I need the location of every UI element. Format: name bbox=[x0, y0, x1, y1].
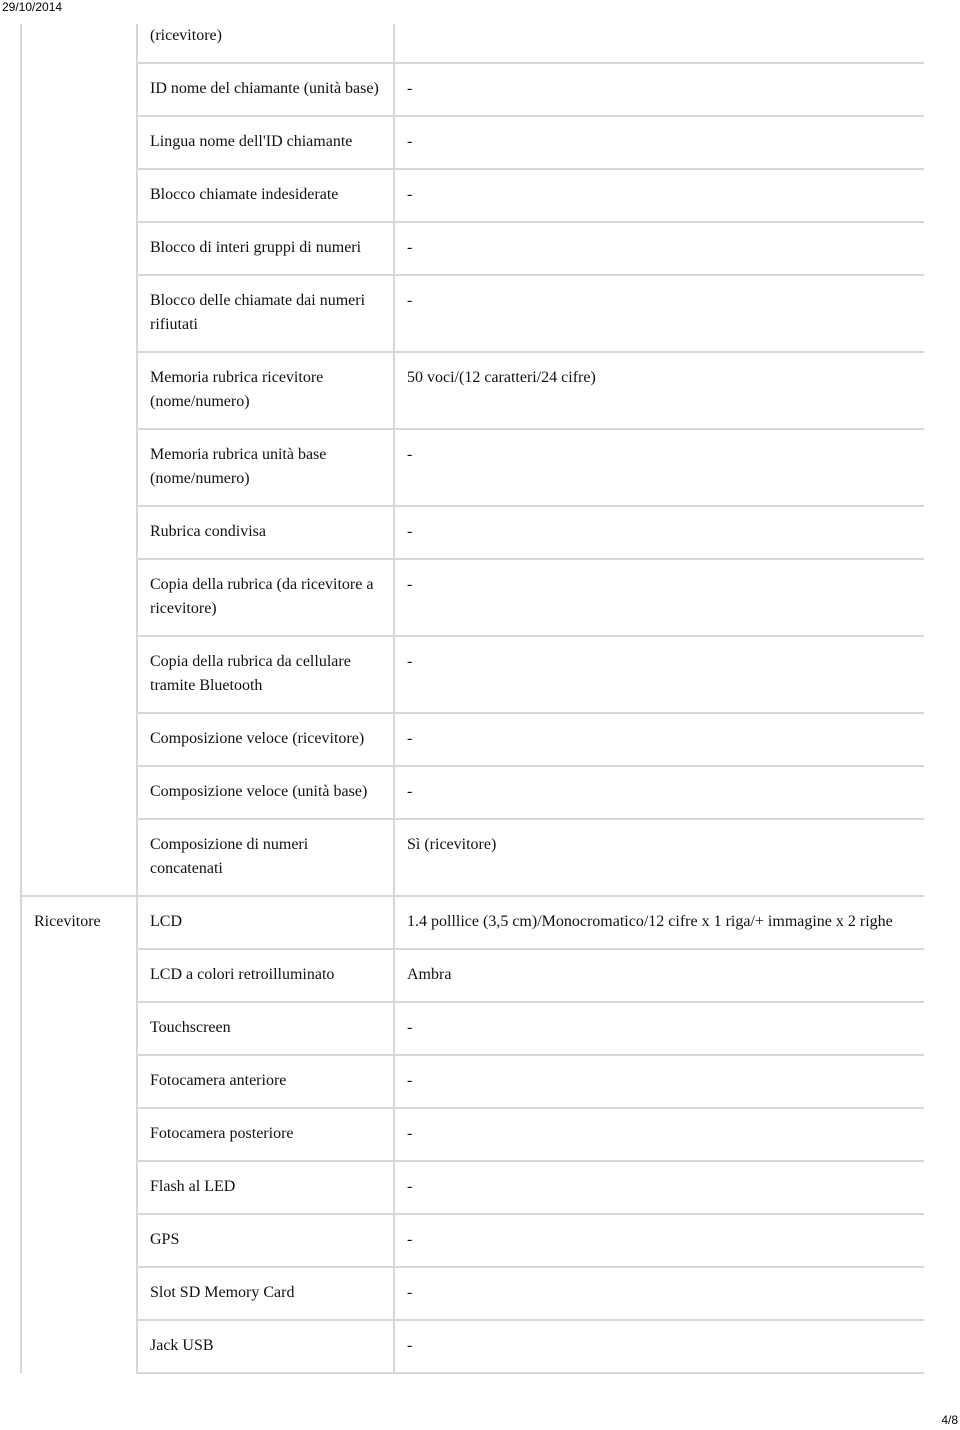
spec-table-body: (ricevitore) ID nome del chiamante (unità… bbox=[20, 24, 924, 1374]
spec-table-grid: (ricevitore) ID nome del chiamante (unità… bbox=[20, 24, 924, 1374]
spec-label-cell: Blocco delle chiamate dai numeri rifiuta… bbox=[136, 274, 395, 353]
spec-label-cell: Composizione veloce (unità base) bbox=[136, 765, 395, 820]
spec-label-cell: LCD a colori retroilluminato bbox=[136, 948, 395, 1003]
spec-row: Composizione veloce (ricevitore) - bbox=[21, 712, 924, 767]
print-date: 29/10/2014 bbox=[2, 0, 63, 14]
spec-value-cell: Sì (ricevitore) bbox=[393, 818, 924, 897]
spec-label-cell: Jack USB bbox=[136, 1319, 395, 1374]
spec-row: Composizione veloce (unità base) - bbox=[21, 765, 924, 820]
spec-label-cell: Touchscreen bbox=[136, 1001, 395, 1056]
spec-row: Lingua nome dell'ID chiamante - bbox=[21, 115, 924, 170]
spec-value-cell: - bbox=[393, 635, 924, 714]
spec-value-cell: - bbox=[393, 505, 924, 560]
spec-row: Copia della rubrica (da ricevitore a ric… bbox=[21, 558, 924, 637]
spec-value-cell: Ambra bbox=[393, 948, 924, 1003]
spec-label-cell: Fotocamera posteriore bbox=[136, 1107, 395, 1162]
spec-row: Fotocamera anteriore - bbox=[21, 1054, 924, 1109]
spec-label-cell: Memoria rubrica unità base (nome/numero) bbox=[136, 428, 395, 507]
spec-value-cell: - bbox=[393, 1213, 924, 1268]
spec-label-cell: GPS bbox=[136, 1213, 395, 1268]
spec-row: Touchscreen - bbox=[21, 1001, 924, 1056]
spec-value-cell: - bbox=[393, 712, 924, 767]
spec-label-cell: ID nome del chiamante (unità base) bbox=[136, 62, 395, 117]
spec-row: Slot SD Memory Card - bbox=[21, 1266, 924, 1321]
spec-row: Copia della rubrica da cellulare tramite… bbox=[21, 635, 924, 714]
spec-label-cell: (ricevitore) bbox=[136, 24, 395, 64]
spec-row: Memoria rubrica unità base (nome/numero)… bbox=[21, 428, 924, 507]
spec-row: Jack USB - bbox=[21, 1319, 924, 1374]
spec-label-cell: Blocco chiamate indesiderate bbox=[136, 168, 395, 223]
spec-row: Blocco di interi gruppi di numeri - bbox=[21, 221, 924, 276]
spec-label-cell: Copia della rubrica da cellulare tramite… bbox=[136, 635, 395, 714]
spec-label-cell: Copia della rubrica (da ricevitore a ric… bbox=[136, 558, 395, 637]
spec-label-cell: Blocco di interi gruppi di numeri bbox=[136, 221, 395, 276]
spec-row: ID nome del chiamante (unità base) - bbox=[21, 62, 924, 117]
spec-label-cell: Fotocamera anteriore bbox=[136, 1054, 395, 1109]
spec-row: Memoria rubrica ricevitore (nome/numero)… bbox=[21, 351, 924, 430]
spec-value-cell: 50 voci/(12 caratteri/24 cifre) bbox=[393, 351, 924, 430]
spec-label-cell: Slot SD Memory Card bbox=[136, 1266, 395, 1321]
spec-value-cell: - bbox=[393, 1054, 924, 1109]
spec-label-cell: Composizione di numeri concatenati bbox=[136, 818, 395, 897]
spec-row: LCD a colori retroilluminato Ambra bbox=[21, 948, 924, 1003]
spec-value-cell: - bbox=[393, 274, 924, 353]
spec-label-cell: Flash al LED bbox=[136, 1160, 395, 1215]
spec-label-cell: Rubrica condivisa bbox=[136, 505, 395, 560]
spec-row: Fotocamera posteriore - bbox=[21, 1107, 924, 1162]
specifications-table: (ricevitore) ID nome del chiamante (unità… bbox=[20, 24, 924, 1406]
spec-group-cell bbox=[20, 24, 138, 896]
spec-value-cell: - bbox=[393, 62, 924, 117]
spec-row: Blocco chiamate indesiderate - bbox=[21, 168, 924, 223]
spec-row: Composizione di numeri concatenati Sì (ri… bbox=[21, 818, 924, 897]
spec-value-cell: - bbox=[393, 115, 924, 170]
spec-value-cell: - bbox=[393, 428, 924, 507]
spec-label-cell: Memoria rubrica ricevitore (nome/numero) bbox=[136, 351, 395, 430]
page-number: 4/8 bbox=[941, 1413, 958, 1427]
spec-value-cell: 1.4 polllice (3,5 cm)/Monocromatico/12 c… bbox=[393, 895, 924, 950]
spec-row: Blocco delle chiamate dai numeri rifiuta… bbox=[21, 274, 924, 353]
spec-value-cell bbox=[393, 24, 924, 64]
spec-value-cell: - bbox=[393, 221, 924, 276]
spec-value-cell: - bbox=[393, 168, 924, 223]
spec-row: GPS - bbox=[21, 1213, 924, 1268]
spec-group-cell: Ricevitore bbox=[20, 895, 138, 1373]
spec-value-cell: - bbox=[393, 765, 924, 820]
spec-row: Ricevitore LCD 1.4 polllice (3,5 cm)/Monoc… bbox=[20, 895, 924, 1373]
spec-row: (ricevitore) bbox=[20, 24, 924, 896]
spec-value-cell: - bbox=[393, 558, 924, 637]
spec-row: Rubrica condivisa - bbox=[21, 505, 924, 560]
spec-value-cell: - bbox=[393, 1319, 924, 1374]
spec-value-cell: - bbox=[393, 1266, 924, 1321]
spec-row: Flash al LED - bbox=[21, 1160, 924, 1215]
spec-value-cell: - bbox=[393, 1107, 924, 1162]
spec-value-cell: - bbox=[393, 1001, 924, 1056]
spec-value-cell: - bbox=[393, 1160, 924, 1215]
spec-label-cell: LCD bbox=[136, 895, 395, 950]
spec-label-cell: Composizione veloce (ricevitore) bbox=[136, 712, 395, 767]
spec-label-cell: Lingua nome dell'ID chiamante bbox=[136, 115, 395, 170]
